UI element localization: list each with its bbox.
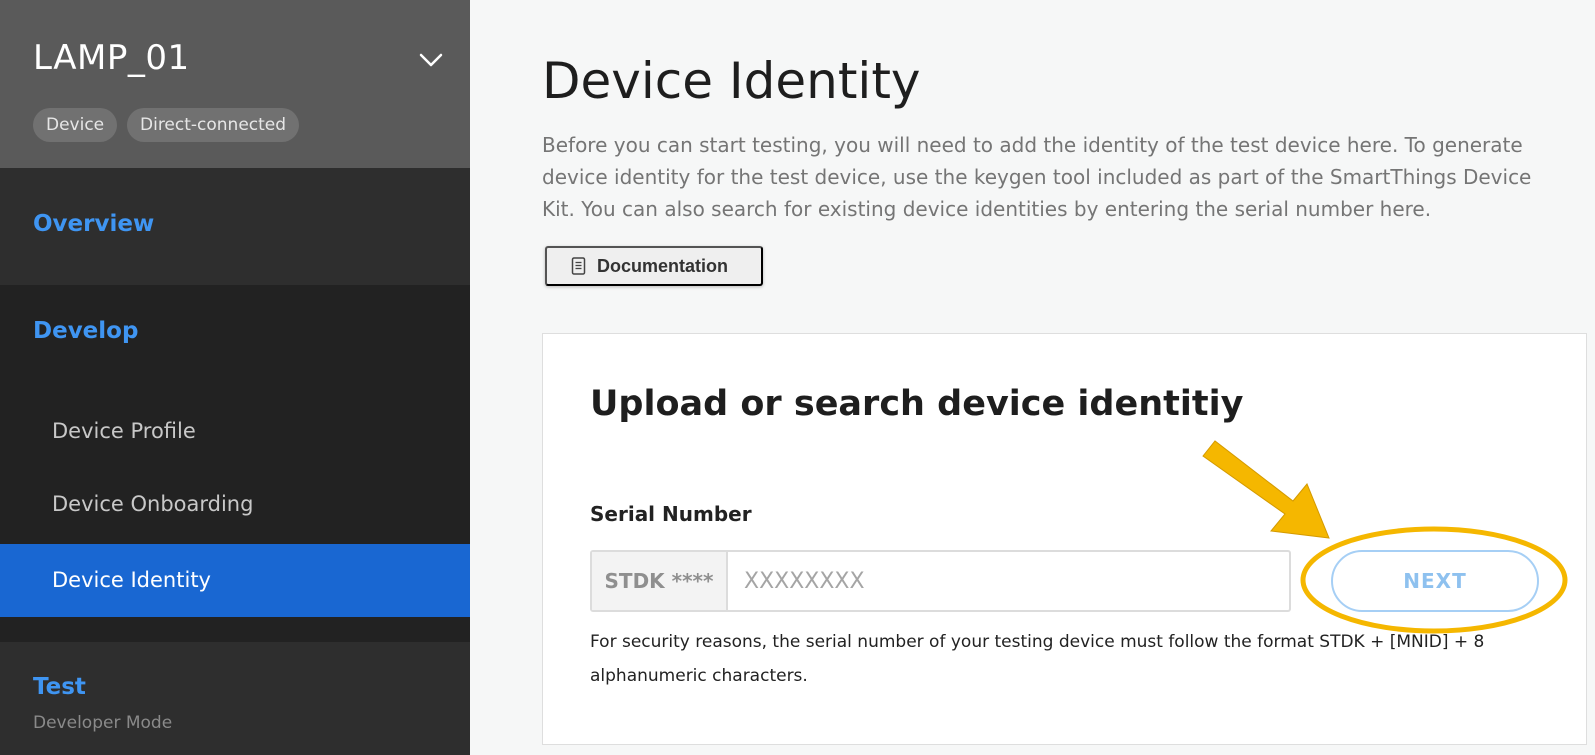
next-button[interactable]: NEXT — [1331, 550, 1539, 612]
serial-number-input-group: STDK **** — [590, 550, 1291, 612]
sidebar-item-sublabel: Developer Mode — [33, 713, 173, 733]
connection-type-chip: Direct-connected — [127, 108, 300, 142]
device-header: LAMP_01 Device Direct-connected — [0, 0, 470, 168]
page-description: Before you can start testing, you will n… — [542, 133, 1532, 221]
serial-number-input[interactable] — [728, 552, 1289, 610]
documentation-button[interactable]: Documentation — [545, 246, 763, 286]
documentation-button-label: Documentation — [597, 255, 729, 276]
device-type-chip: Device — [33, 108, 118, 142]
sidebar-item-device-onboarding[interactable]: Device Onboarding — [0, 468, 470, 541]
page-title: Device Identity — [542, 52, 921, 110]
sidebar-section-develop: Develop Device Profile Device Onboarding… — [0, 285, 470, 642]
sidebar-item-label: Test — [33, 674, 86, 700]
sidebar-item-overview[interactable]: Overview — [0, 168, 470, 285]
sidebar-item-device-profile[interactable]: Device Profile — [0, 395, 470, 468]
serial-number-label: Serial Number — [590, 502, 752, 526]
sidebar-item-test[interactable]: Test Developer Mode — [0, 642, 470, 755]
sidebar-item-develop[interactable]: Develop — [33, 318, 138, 344]
main-content: Device Identity Before you can start tes… — [470, 0, 1595, 755]
sidebar-item-device-identity[interactable]: Device Identity — [0, 544, 470, 617]
identity-card: Upload or search device identitiy Serial… — [542, 333, 1587, 745]
device-name: LAMP_01 — [33, 38, 190, 78]
serial-prefix: STDK **** — [592, 552, 728, 610]
document-icon — [571, 257, 586, 275]
sidebar: LAMP_01 Device Direct-connected Overview… — [0, 0, 470, 755]
sidebar-item-label: Overview — [33, 211, 155, 237]
chevron-down-icon[interactable] — [419, 48, 443, 72]
serial-format-hint: For security reasons, the serial number … — [590, 632, 1485, 686]
card-title: Upload or search device identitiy — [590, 384, 1244, 424]
